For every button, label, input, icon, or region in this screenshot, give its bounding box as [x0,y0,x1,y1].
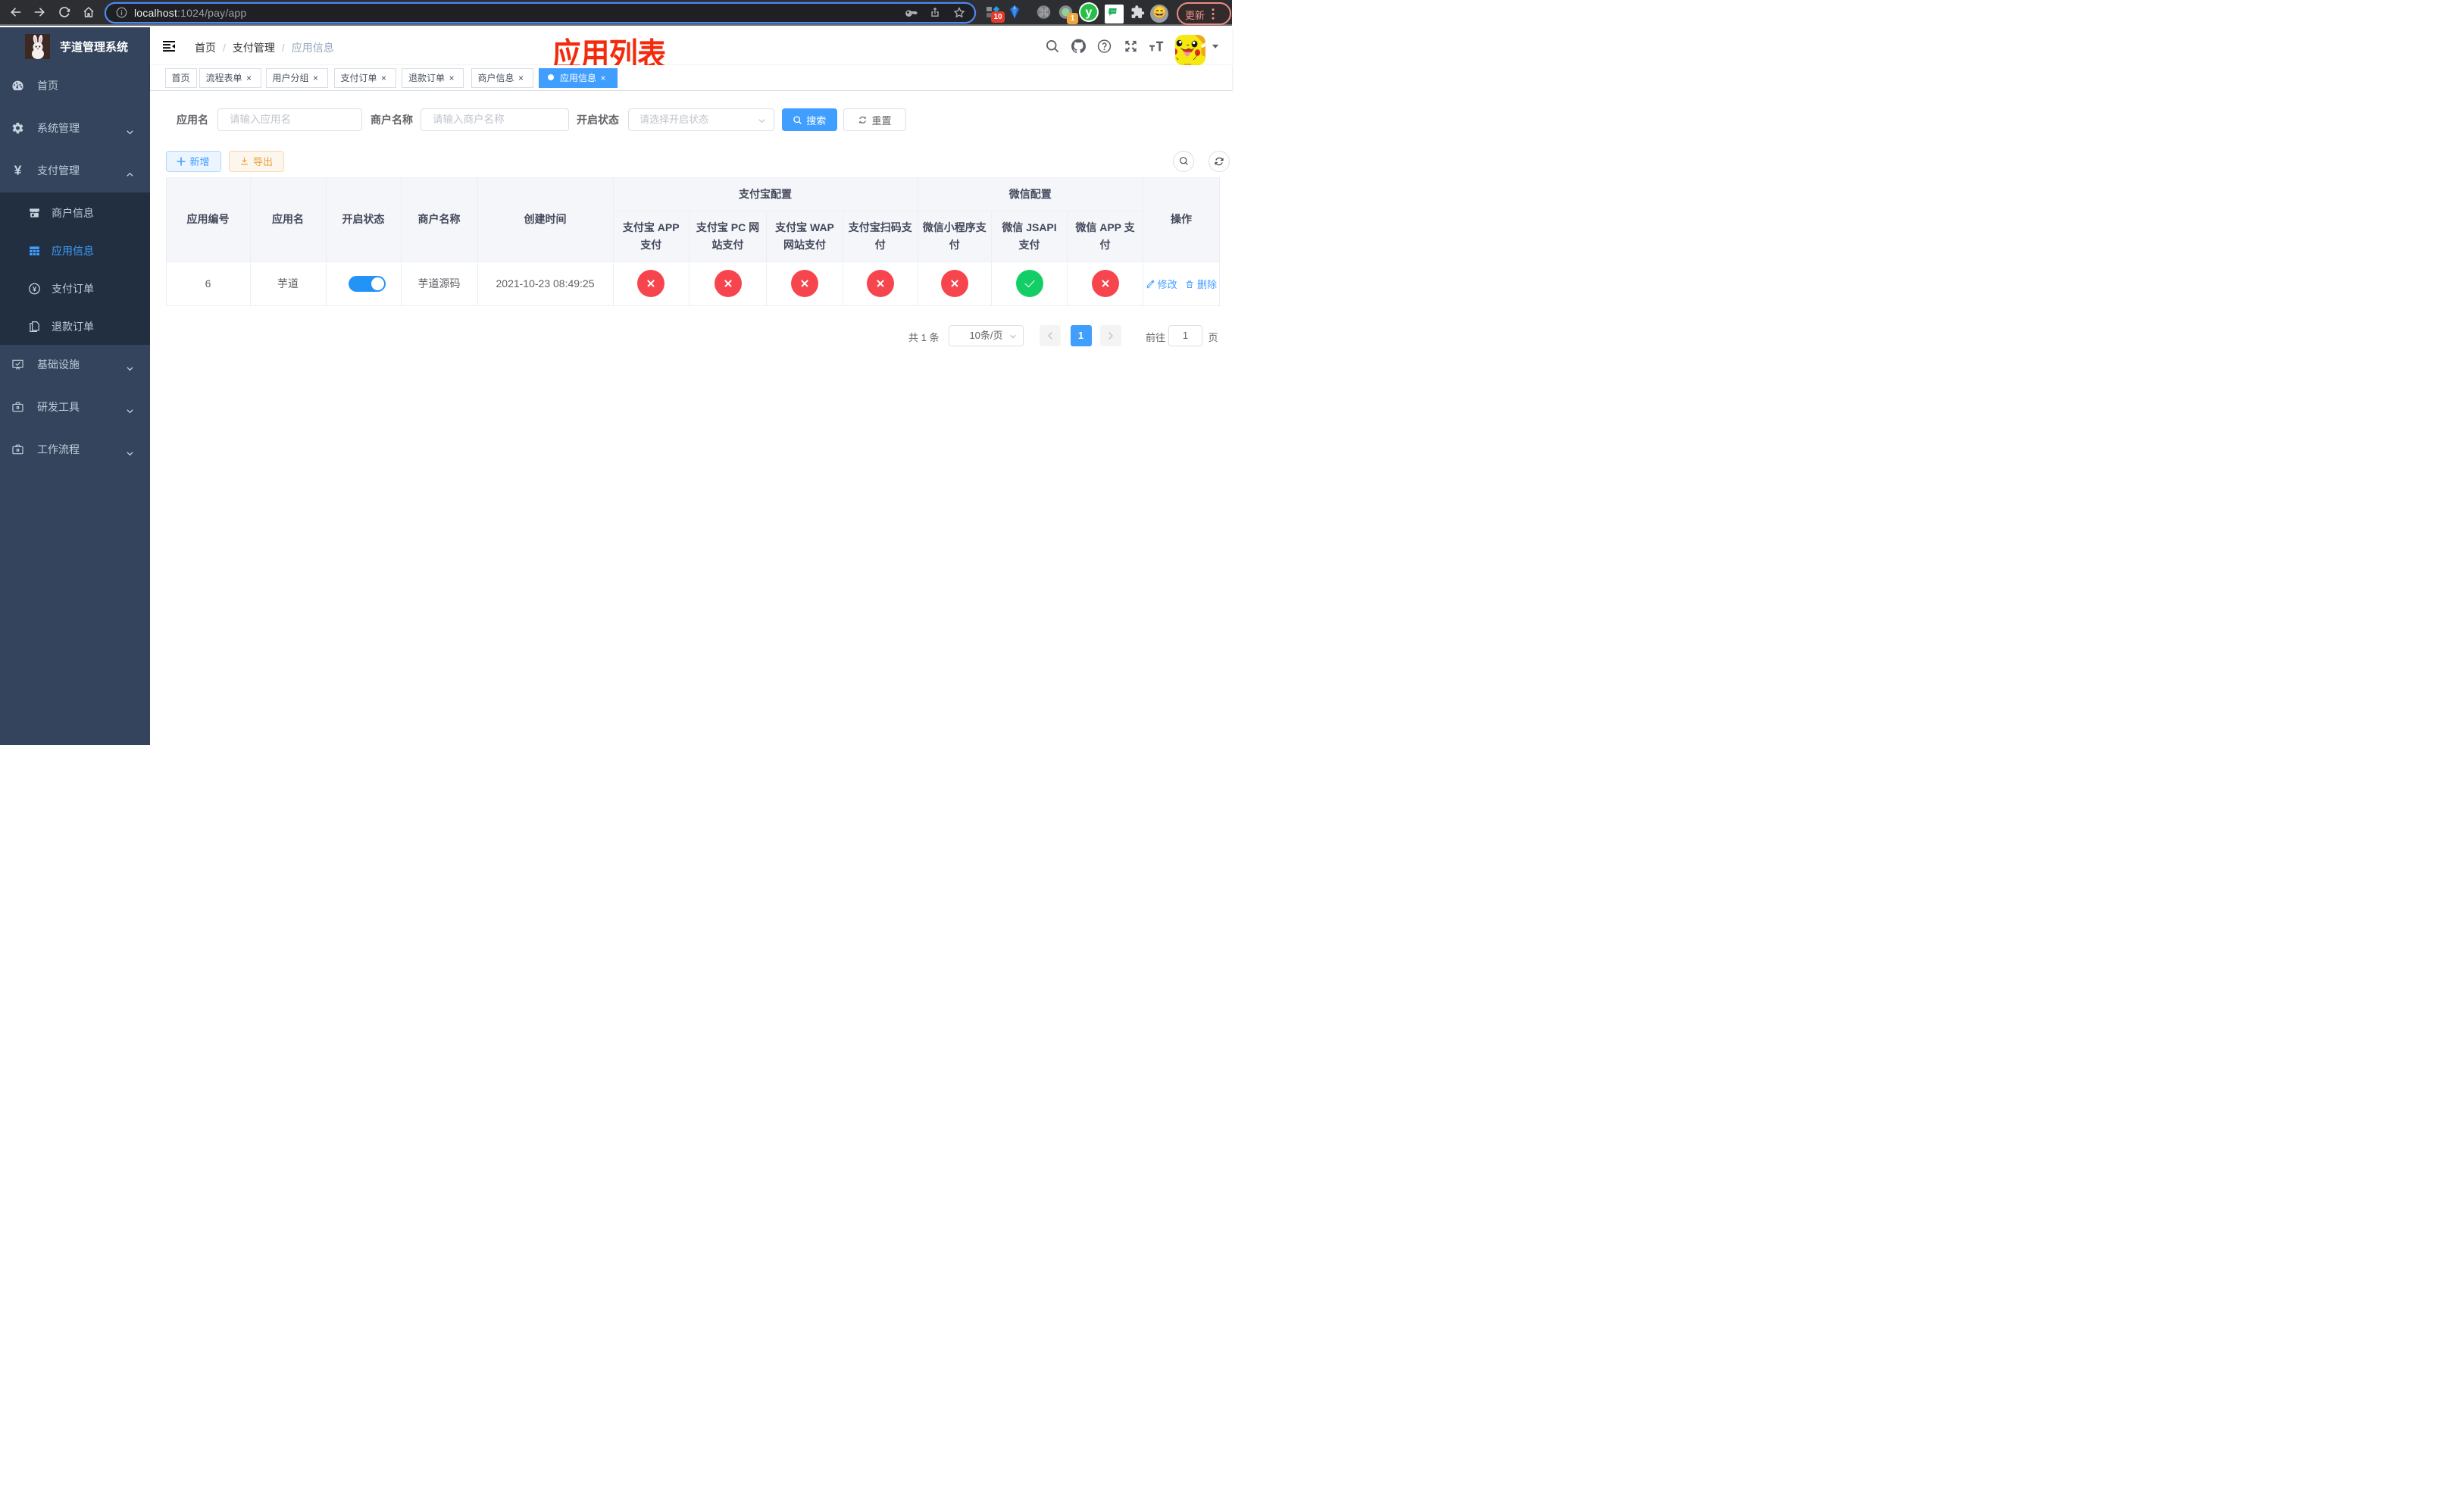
svg-text:¥: ¥ [33,286,37,293]
svg-text:¥: ¥ [14,164,22,177]
svg-text:y: y [1086,6,1093,19]
